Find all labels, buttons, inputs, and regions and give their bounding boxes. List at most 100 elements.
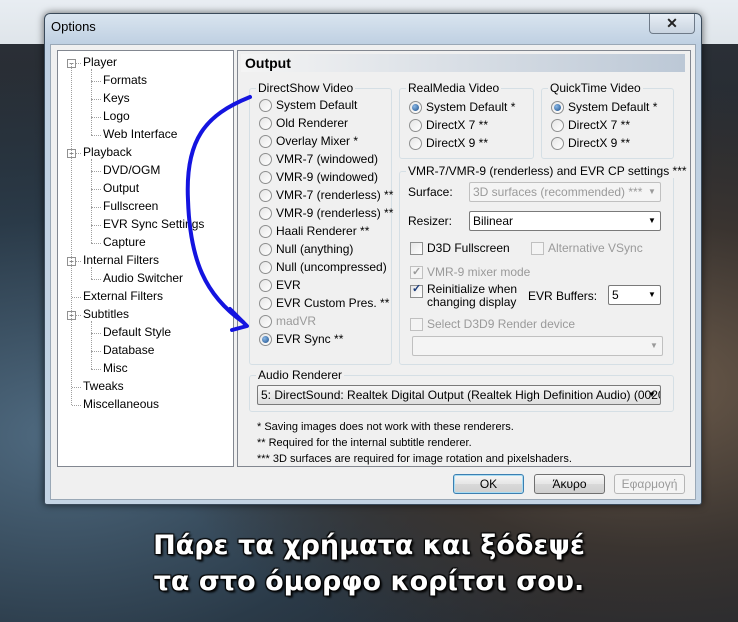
realmedia-group-label: RealMedia Video <box>406 81 502 95</box>
ds-opts-radio-overlay-mixer[interactable]: Overlay Mixer * <box>259 133 358 149</box>
ds-opts-radio-evr-sync[interactable]: EVR Sync ** <box>259 331 343 347</box>
rm-opts-radio-directx-7[interactable]: DirectX 7 ** <box>409 117 488 133</box>
ds-opts-radio-evr-custom-pres[interactable]: EVR Custom Pres. ** <box>259 295 389 311</box>
quicktime-group: QuickTime Video System Default * DirectX … <box>541 81 674 159</box>
tree-item-evr-sync-settings[interactable]: EVR Sync Settings <box>103 217 204 231</box>
evr-buffers-select[interactable]: 5 ▼ <box>608 285 661 305</box>
directshow-group-label: DirectShow Video <box>256 81 356 95</box>
tree-connector <box>91 243 101 244</box>
vmr9-mixer-mode-checkbox[interactable]: VMR-9 mixer mode <box>410 264 530 280</box>
tree-item-keys[interactable]: Keys <box>103 91 130 105</box>
tree-branch-line <box>91 69 92 135</box>
tree-item-audio-switcher[interactable]: Audio Switcher <box>103 271 183 285</box>
rm-opts-radio-system-default[interactable]: System Default * <box>409 99 515 115</box>
chevron-down-icon: ▼ <box>648 390 656 399</box>
tree-item-external-filters[interactable]: External Filters <box>83 289 163 303</box>
ds-opts-radio-vmr-7-windowed[interactable]: VMR-7 (windowed) <box>259 151 378 167</box>
qt-opts-radio-directx-9[interactable]: DirectX 9 ** <box>551 135 630 151</box>
chevron-down-icon: ▼ <box>650 341 658 350</box>
d3d9-device-select[interactable]: ▼ <box>412 336 663 356</box>
tree-connector <box>91 117 101 118</box>
tree-connector <box>91 207 101 208</box>
qt-opts-radio-system-default[interactable]: System Default * <box>551 99 657 115</box>
page-title: Output <box>241 54 685 72</box>
resizer-select[interactable]: Bilinear ▼ <box>469 211 661 231</box>
tree-connector <box>72 387 81 388</box>
resizer-value: Bilinear <box>473 214 514 228</box>
quicktime-group-label: QuickTime Video <box>548 81 643 95</box>
tree-connector <box>91 81 101 82</box>
tree-item-playback[interactable]: Playback <box>83 145 132 159</box>
note-saving-images: * Saving images does not work with these… <box>257 421 514 433</box>
tree-connector <box>91 279 101 280</box>
close-button[interactable]: ✕ <box>649 14 695 34</box>
ds-opts-radio-vmr-9-renderless[interactable]: VMR-9 (renderless) ** <box>259 205 393 221</box>
tree-item-database[interactable]: Database <box>103 343 154 357</box>
tree-connector <box>91 99 101 100</box>
ds-opts-radio-haali-renderer[interactable]: Haali Renderer ** <box>259 223 369 239</box>
note-3d-surfaces: *** 3D surfaces are required for image r… <box>257 453 572 465</box>
tree-connector <box>91 225 101 226</box>
alternative-vsync-checkbox[interactable]: Alternative VSync <box>531 240 643 256</box>
tree-connector <box>91 135 101 136</box>
tree-item-player[interactable]: Player <box>83 55 117 69</box>
tree-branch-line <box>91 159 92 243</box>
tree-connector <box>91 333 101 334</box>
rm-opts-radio-directx-9[interactable]: DirectX 9 ** <box>409 135 488 151</box>
d3d-fullscreen-checkbox[interactable]: D3D Fullscreen <box>410 240 510 256</box>
ds-opts-radio-null-anything[interactable]: Null (anything) <box>259 241 353 257</box>
evr-buffers-label: EVR Buffers: <box>528 289 598 303</box>
ds-opts-radio-old-renderer[interactable]: Old Renderer <box>259 115 348 131</box>
tree-item-output[interactable]: Output <box>103 181 139 195</box>
reinitialize-checkbox[interactable]: Reinitialize when changing display <box>410 283 517 313</box>
subtitle-line-1: Πάρε τα χρήματα και ξόδεψέ <box>153 530 585 561</box>
tree-connector <box>91 351 101 352</box>
audio-renderer-label: Audio Renderer <box>256 368 345 382</box>
vmr-settings-group-label: VMR-7/VMR-9 (renderless) and EVR CP sett… <box>406 164 689 178</box>
tree-item-formats[interactable]: Formats <box>103 73 147 87</box>
ds-opts-radio-vmr-9-windowed[interactable]: VMR-9 (windowed) <box>259 169 378 185</box>
tree-item-web-interface[interactable]: Web Interface <box>103 127 177 141</box>
audio-renderer-group: Audio Renderer 5: DirectSound: Realtek D… <box>249 368 674 412</box>
reinitialize-line2: changing display <box>427 295 517 309</box>
apply-button[interactable]: Εφαρμογή <box>614 474 685 494</box>
surface-select[interactable]: 3D surfaces (recommended) *** ▼ <box>469 182 661 202</box>
realmedia-group: RealMedia Video System Default * DirectX … <box>399 81 534 159</box>
tree-item-tweaks[interactable]: Tweaks <box>83 379 124 393</box>
tree-connector <box>72 297 81 298</box>
options-tree[interactable]: Player − Formats Keys Logo Web Interface Playb… <box>57 50 234 467</box>
tree-branch-line <box>91 321 92 369</box>
tree-item-capture[interactable]: Capture <box>103 235 146 249</box>
reinitialize-line1: Reinitialize when <box>427 282 518 296</box>
tree-item-default-style[interactable]: Default Style <box>103 325 171 339</box>
ds-opts-radio-evr[interactable]: EVR <box>259 277 301 293</box>
note-subtitle-renderer: ** Required for the internal subtitle re… <box>257 437 472 449</box>
tree-connector <box>72 405 81 406</box>
tree-item-misc[interactable]: Misc <box>103 361 128 375</box>
ds-opts-radio-null-uncompressed[interactable]: Null (uncompressed) <box>259 259 387 275</box>
tree-item-logo[interactable]: Logo <box>103 109 130 123</box>
tree-item-internal-filters[interactable]: Internal Filters <box>83 253 159 267</box>
chevron-down-icon: ▼ <box>648 187 656 196</box>
tree-branch-line <box>91 267 92 279</box>
tree-item-dvd-ogm[interactable]: DVD/OGM <box>103 163 160 177</box>
qt-opts-radio-directx-7[interactable]: DirectX 7 ** <box>551 117 630 133</box>
chevron-down-icon: ▼ <box>648 290 656 299</box>
tree-item-subtitles[interactable]: Subtitles <box>83 307 129 321</box>
evr-buffers-value: 5 <box>612 288 619 302</box>
output-page: Output DirectShow Video System Default Ol… <box>237 50 691 467</box>
audio-renderer-select[interactable]: 5: DirectSound: Realtek Digital Output (… <box>257 385 661 405</box>
tree-item-miscellaneous[interactable]: Miscellaneous <box>83 397 159 411</box>
ok-button[interactable]: OK <box>453 474 524 494</box>
cancel-button[interactable]: Άκυρο <box>534 474 605 494</box>
select-d3d9-device-checkbox[interactable]: Select D3D9 Render device <box>410 316 575 332</box>
tree-item-fullscreen[interactable]: Fullscreen <box>103 199 158 213</box>
tree-connector <box>91 369 101 370</box>
ds-opts-radio-madvr[interactable]: madVR <box>259 313 316 329</box>
ds-opts-radio-vmr-7-renderless[interactable]: VMR-7 (renderless) ** <box>259 187 393 203</box>
tree-trunk-line <box>71 63 72 405</box>
resizer-label: Resizer: <box>408 214 453 228</box>
ds-opts-radio-system-default[interactable]: System Default <box>259 97 357 113</box>
directshow-group: DirectShow Video System Default Old Rende… <box>249 81 393 365</box>
tree-connector <box>91 171 101 172</box>
